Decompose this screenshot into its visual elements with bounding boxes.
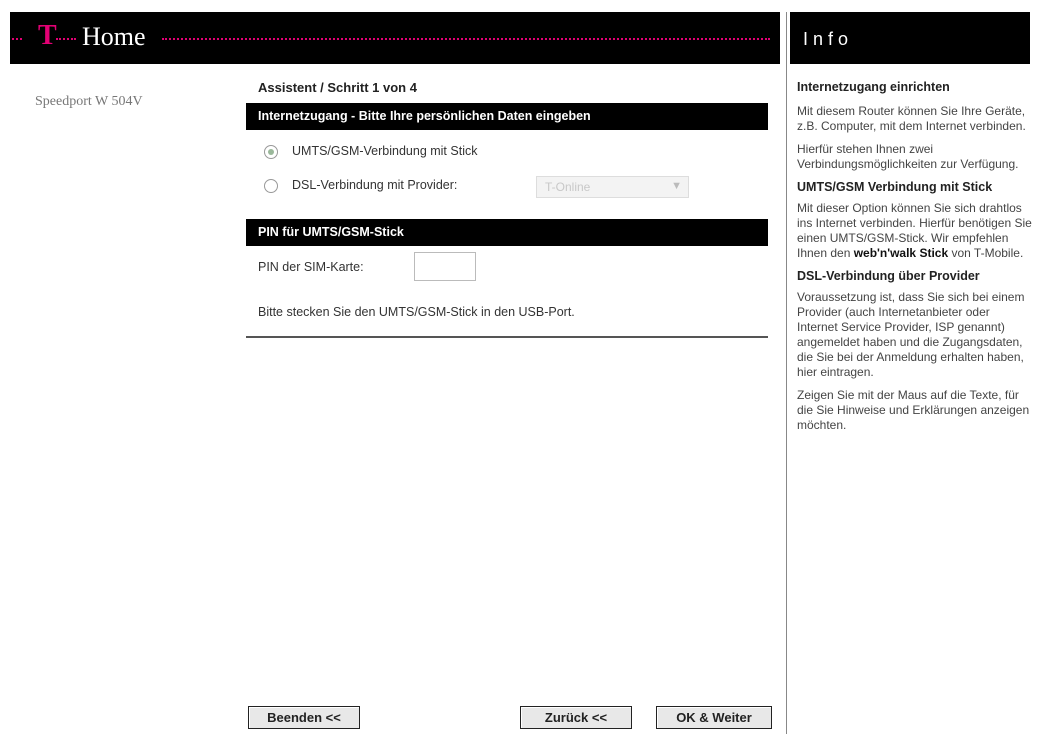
- usb-hint-text: Bitte stecken Sie den UMTS/GSM-Stick in …: [258, 305, 575, 319]
- info-title: Info: [803, 29, 854, 49]
- info-umts-text-end: von T-Mobile.: [948, 246, 1024, 260]
- ok-next-button[interactable]: OK & Weiter: [656, 706, 772, 729]
- back-button[interactable]: Zurück <<: [520, 706, 632, 729]
- brand-dotline-left: [12, 38, 22, 40]
- device-name: Speedport W 504V: [35, 94, 143, 109]
- brand-dotline-right: [162, 38, 770, 40]
- radio-umts-gsm[interactable]: [264, 145, 278, 159]
- section-pin-title: PIN für UMTS/GSM-Stick: [258, 225, 404, 239]
- info-header: Info: [790, 12, 1030, 64]
- section-internet-access-bar: Internetzugang - Bitte Ihre persönlichen…: [246, 103, 768, 130]
- info-umts-heading: UMTS/GSM Verbindung mit Stick: [797, 180, 993, 194]
- info-paragraph-1: Mit diesem Router können Sie Ihre Geräte…: [797, 104, 1026, 133]
- section-internet-access-title: Internetzugang - Bitte Ihre persönlichen…: [258, 109, 591, 123]
- radio-selected-dot: [268, 149, 274, 155]
- option-dsl-label: DSL-Verbindung mit Provider:: [292, 178, 458, 192]
- info-umts-product: web'n'walk Stick: [853, 246, 949, 260]
- telekom-t-logo: T: [38, 20, 57, 51]
- provider-select[interactable]: T-Online ▼: [536, 176, 689, 198]
- option-umts-gsm-label: UMTS/GSM-Verbindung mit Stick: [292, 144, 478, 158]
- info-dsl-heading: DSL-Verbindung über Provider: [797, 269, 980, 283]
- top-header: T Home: [10, 12, 780, 64]
- section-pin-bar: PIN für UMTS/GSM-Stick: [246, 219, 768, 246]
- panel-divider: [786, 12, 787, 734]
- pin-input[interactable]: [414, 252, 476, 281]
- home-link[interactable]: Home: [82, 22, 146, 52]
- provider-select-value: T-Online: [545, 180, 591, 194]
- info-panel: Internetzugang einrichten Mit diesem Rou…: [797, 80, 1032, 441]
- info-umts-paragraph: Mit dieser Option können Sie sich drahtl…: [797, 201, 1032, 261]
- content-divider: [246, 336, 768, 338]
- info-dsl-paragraph: Voraussetzung ist, dass Sie sich bei ein…: [797, 290, 1025, 379]
- option-dsl[interactable]: DSL-Verbindung mit Provider:: [264, 176, 524, 196]
- option-umts-gsm[interactable]: UMTS/GSM-Verbindung mit Stick: [264, 142, 564, 162]
- radio-dsl[interactable]: [264, 179, 278, 193]
- chevron-down-icon: ▼: [671, 180, 682, 192]
- wizard-step-text: Assistent / Schritt 1 von 4: [258, 80, 417, 95]
- cancel-button[interactable]: Beenden <<: [248, 706, 360, 729]
- pin-label: PIN der SIM-Karte:: [258, 260, 364, 274]
- info-heading: Internetzugang einrichten: [797, 80, 950, 94]
- info-paragraph-2: Hierfür stehen Ihnen zwei Verbindungsmög…: [797, 142, 1019, 171]
- brand-dotline-mid: [56, 38, 76, 40]
- info-hover-hint: Zeigen Sie mit der Maus auf die Texte, f…: [797, 388, 1030, 432]
